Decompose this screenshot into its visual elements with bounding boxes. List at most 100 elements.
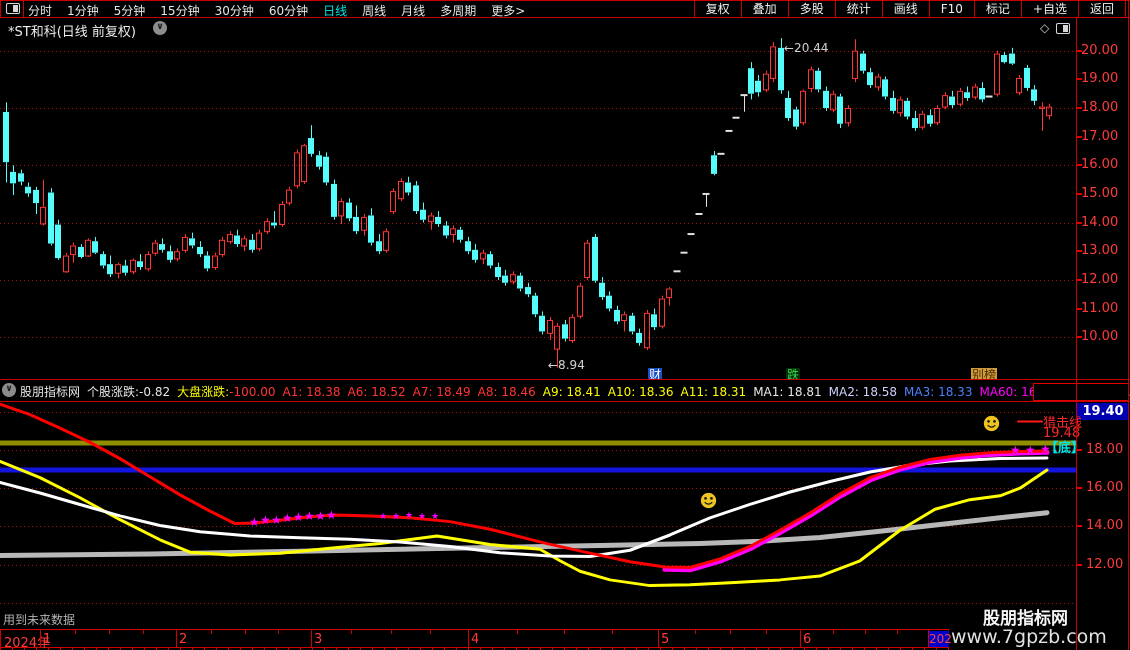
- current-value-badge: 19.40: [1077, 403, 1129, 420]
- period-menu: 分时 1分钟 5分钟 15分钟 30分钟 60分钟 日线 周线 月线 多周期 更多>: [28, 1, 540, 18]
- month-label: 4: [471, 632, 480, 647]
- chevron-down-icon[interactable]: [153, 21, 167, 35]
- window-split-icon[interactable]: [6, 3, 20, 14]
- indicator-value-label: 16.00: [1086, 480, 1124, 496]
- candlestick-chart[interactable]: [0, 38, 1076, 379]
- tool-item-2[interactable]: 多股: [787, 1, 835, 18]
- week-tick: [75, 630, 76, 634]
- price-label: 18.00: [1081, 100, 1119, 115]
- title-bar: *ST和科(日线 前复权) ◇: [0, 18, 1130, 40]
- month-divider: [800, 630, 801, 648]
- price-label: 12.00: [1081, 271, 1119, 287]
- indicator-item: 大盘涨跌:: [177, 385, 230, 399]
- week-tick: [695, 630, 696, 634]
- right-axis-line: [1076, 18, 1077, 650]
- axis-end-badge: 202: [929, 631, 952, 647]
- menu-item-9[interactable]: 多周期: [440, 4, 476, 18]
- indicator-chart[interactable]: [0, 402, 1076, 628]
- week-tick: [833, 630, 834, 634]
- indicator-item: A8: 18.46: [477, 385, 536, 399]
- week-tick: [278, 630, 279, 634]
- price-label: 19.00: [1081, 71, 1119, 87]
- watermark-url: www.7gpzb.com: [951, 626, 1107, 648]
- week-tick: [612, 630, 613, 634]
- month-divider: [176, 630, 177, 648]
- week-tick: [865, 630, 866, 634]
- smiley-icon: [700, 492, 717, 509]
- month-divider: [311, 630, 312, 648]
- week-tick: [517, 630, 518, 634]
- month-label: 6: [803, 632, 812, 647]
- menu-item-1[interactable]: 1分钟: [67, 4, 99, 18]
- tool-item-7[interactable]: +自选: [1020, 1, 1078, 18]
- price-label: 13.00: [1081, 243, 1119, 259]
- indicator-value-label: 18.00: [1086, 442, 1124, 457]
- indicator-item: -100.00: [229, 385, 276, 399]
- indicator-name-box[interactable]: [1033, 383, 1129, 401]
- diamond-icon[interactable]: ◇: [1040, 21, 1049, 35]
- future-data-note: 用到未来数据: [3, 613, 76, 627]
- month-label: 1: [43, 632, 52, 647]
- tool-item-0[interactable]: 复权: [693, 1, 741, 18]
- indicator-item: A10: 18.36: [607, 385, 674, 399]
- price-label: 15.00: [1081, 185, 1119, 201]
- indicator-item: A11: 18.31: [680, 385, 747, 399]
- smiley-icon: [983, 415, 1000, 432]
- indicator-header[interactable]: 股朋指标网个股涨跌:-0.82 大盘涨跌:-100.00 A1: 18.38 A6: …: [0, 379, 1130, 402]
- week-tick: [766, 630, 767, 634]
- price-label: 11.00: [1081, 300, 1119, 316]
- week-tick: [351, 630, 352, 634]
- date-axis[interactable]: 2024年 202 123456: [0, 629, 952, 650]
- month-divider: [928, 630, 929, 648]
- menu-item-7[interactable]: 周线: [362, 4, 386, 18]
- month-label: 3: [314, 632, 323, 647]
- tool-item-8[interactable]: 返回: [1077, 1, 1126, 18]
- menu-item-10[interactable]: 更多>: [491, 4, 525, 18]
- stock-app-window: 分时 1分钟 5分钟 15分钟 30分钟 60分钟 日线 周线 月线 多周期 更多> 复权 叠加 多股统…: [0, 0, 1130, 650]
- menu-item-2[interactable]: 5分钟: [114, 4, 146, 18]
- tools-menu: 复权 叠加 多股 统计 画线 F10 标记 +自选 返回: [693, 1, 1126, 18]
- collapse-icon[interactable]: [2, 383, 16, 397]
- indicator-item: A6: 18.52: [347, 385, 406, 399]
- week-tick: [245, 630, 246, 634]
- week-tick: [211, 630, 212, 634]
- indicator-item: A1: 18.38: [282, 385, 341, 399]
- split-view-icon[interactable]: [1056, 23, 1070, 34]
- menu-item-5[interactable]: 60分钟: [269, 4, 308, 18]
- indicator-item: 股朋指标网: [20, 385, 81, 399]
- tool-item-1[interactable]: 叠加: [740, 1, 788, 18]
- tool-item-3[interactable]: 统计: [834, 1, 882, 18]
- tool-item-5[interactable]: F10: [928, 1, 974, 18]
- month-label: 2: [179, 632, 188, 647]
- bottom-signal-tag: 【底】: [1045, 441, 1085, 456]
- month-label: 5: [661, 632, 670, 647]
- menu-item-4[interactable]: 30分钟: [215, 4, 254, 18]
- tool-item-4[interactable]: 画线: [881, 1, 929, 18]
- week-tick: [143, 630, 144, 634]
- week-tick: [430, 630, 431, 634]
- month-divider: [40, 630, 41, 648]
- week-tick: [730, 630, 731, 634]
- week-tick: [391, 630, 392, 634]
- indicator-values: 股朋指标网 个股涨跌:-0.82 大盘涨跌:-100.00 A1: 18.38 A6: …: [20, 380, 1130, 401]
- menu-item-8[interactable]: 月线: [401, 4, 425, 18]
- indicator-item: MA1: 18.81: [753, 385, 822, 399]
- price-label: 14.00: [1081, 214, 1119, 230]
- menu-item-0[interactable]: 分时: [28, 4, 52, 18]
- tool-item-6[interactable]: 标记: [973, 1, 1021, 18]
- menu-divider: [23, 1, 24, 18]
- frame-right-edge: [1128, 0, 1129, 650]
- indicator-item: MA3: 18.33: [904, 385, 973, 399]
- indicator-value-label: 12.00: [1086, 556, 1124, 572]
- menu-item-3[interactable]: 15分钟: [160, 4, 199, 18]
- price-label: 10.00: [1081, 329, 1119, 345]
- month-divider: [468, 630, 469, 648]
- price-label: 16.00: [1081, 157, 1119, 173]
- indicator-item: A9: 18.41: [542, 385, 601, 399]
- price-label: 17.00: [1081, 128, 1119, 144]
- indicator-value-label: 14.00: [1086, 518, 1124, 534]
- indicator-item: MA2: 18.58: [828, 385, 898, 399]
- menu-item-6[interactable]: 日线: [323, 4, 347, 18]
- week-tick: [564, 630, 565, 634]
- week-tick: [109, 630, 110, 634]
